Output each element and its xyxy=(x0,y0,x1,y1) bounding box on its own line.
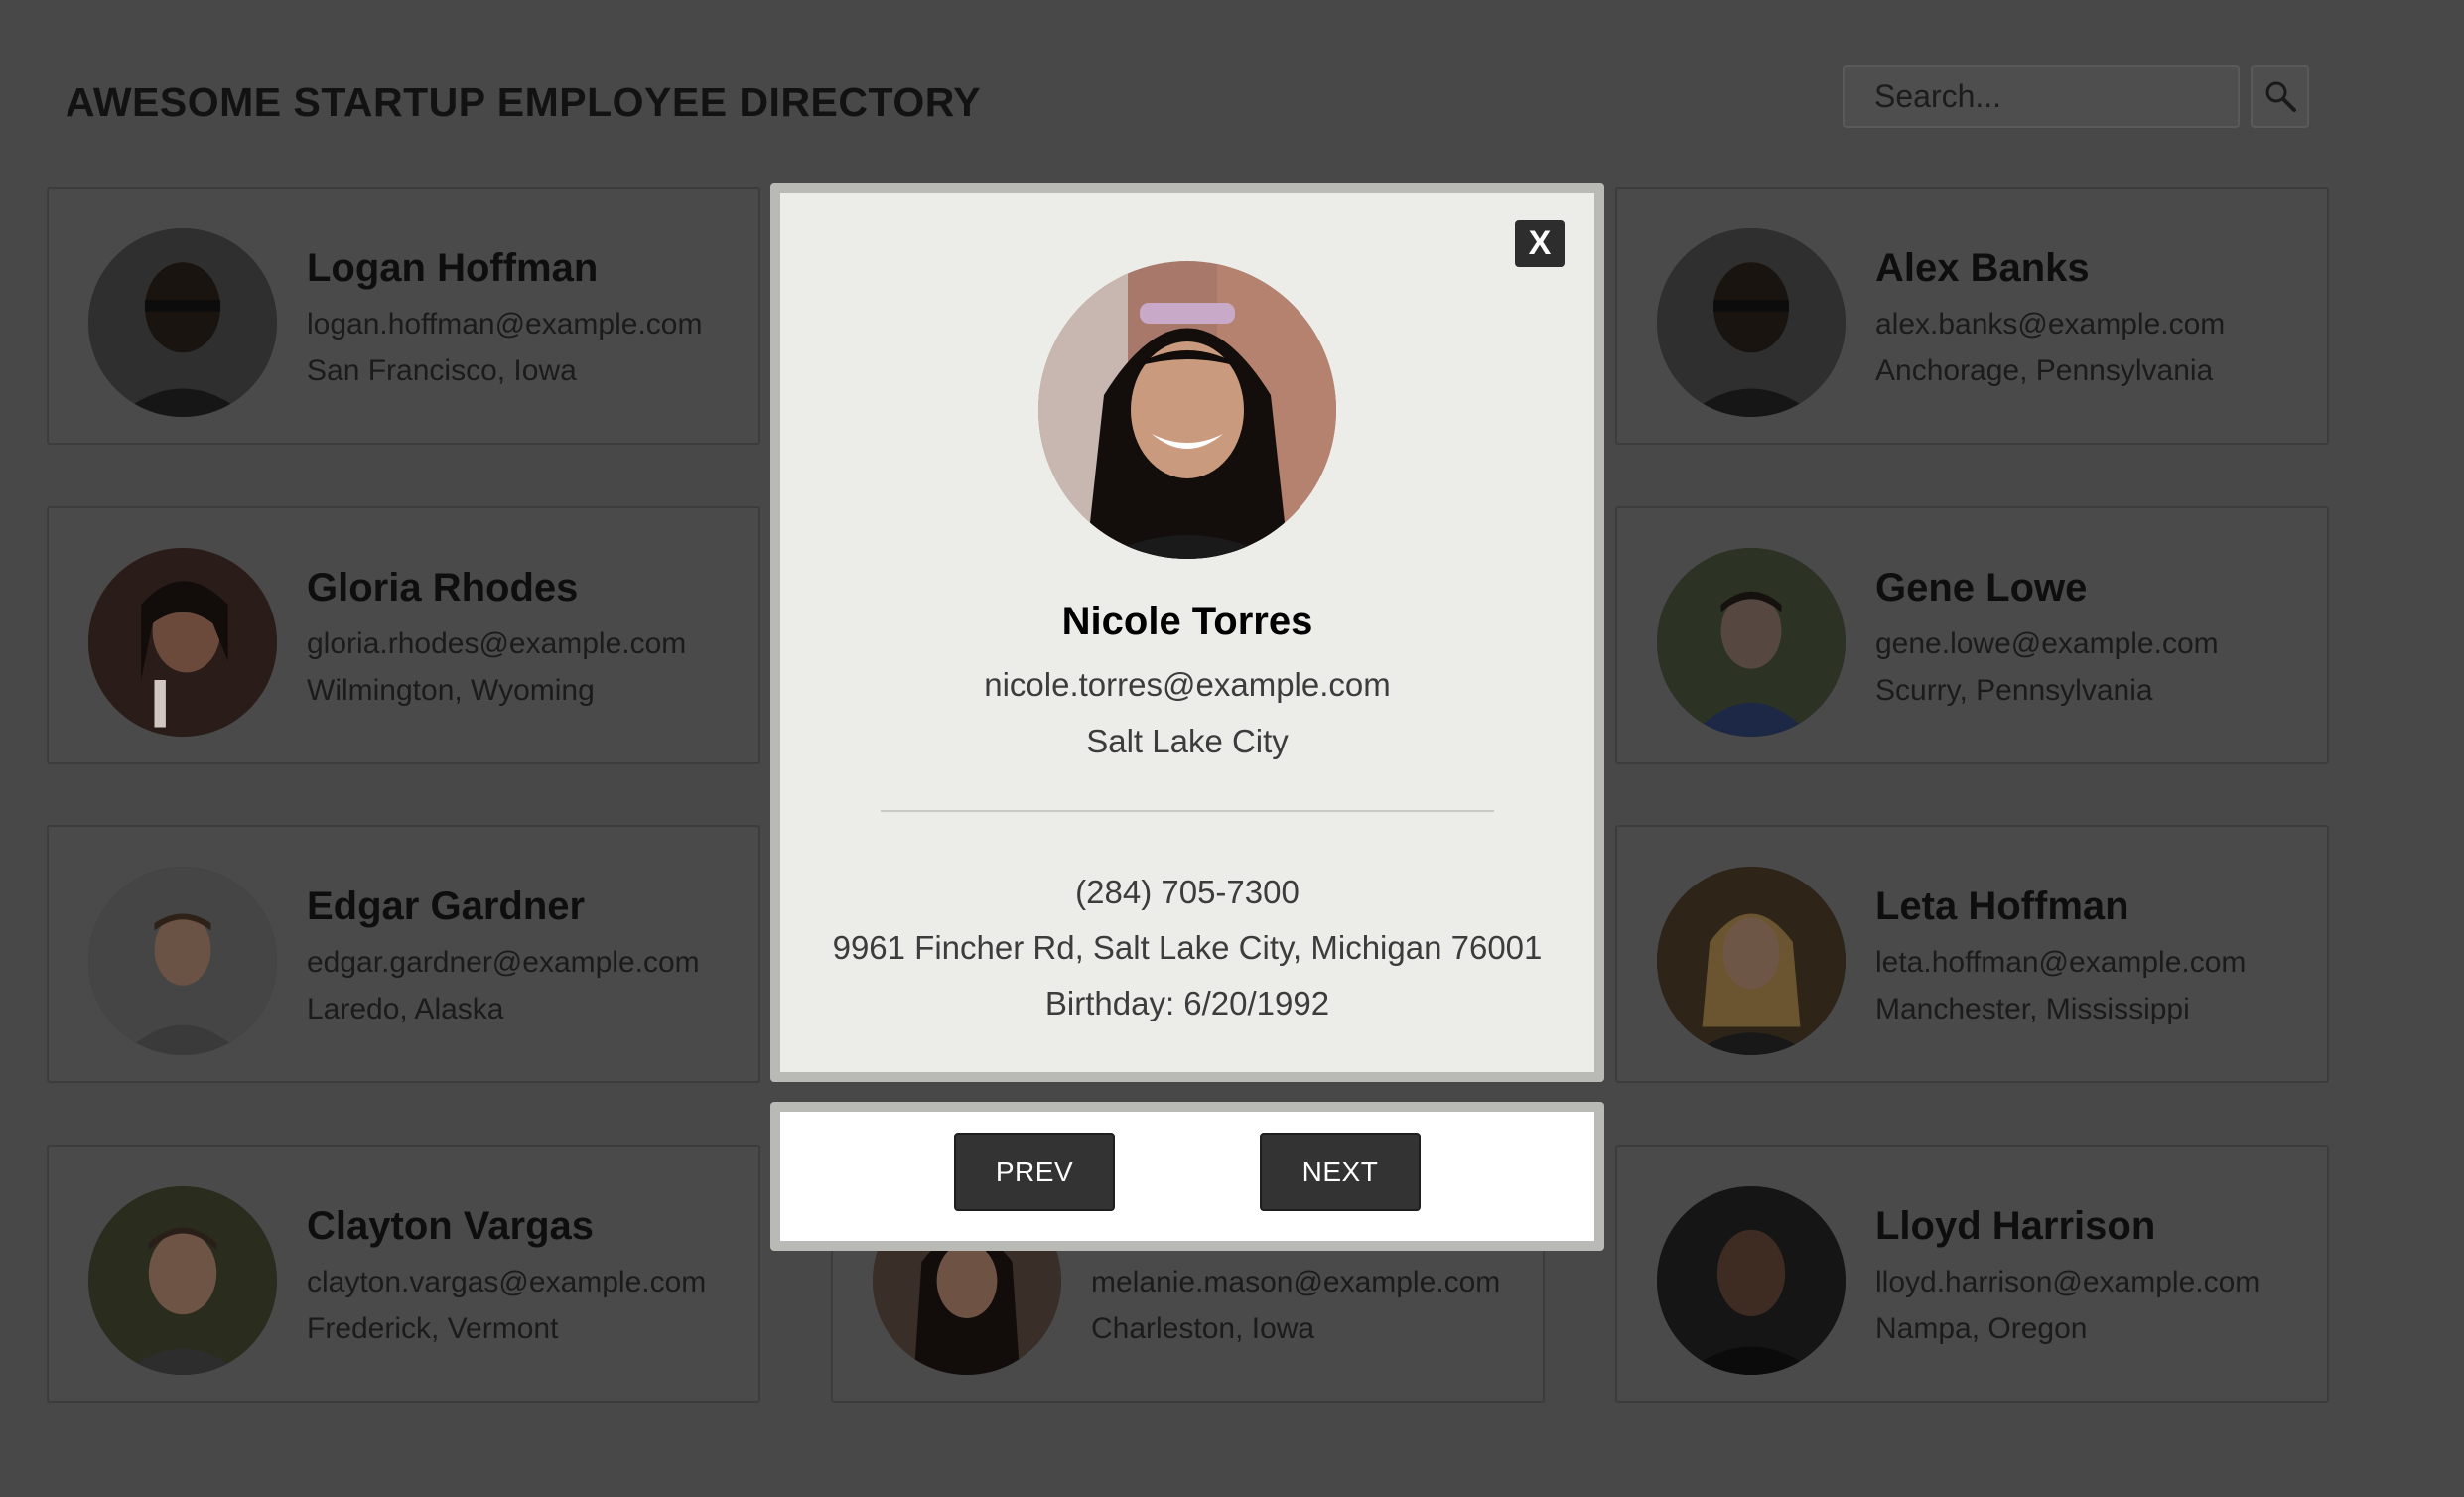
employee-location: San Francisco, Iowa xyxy=(307,354,577,387)
modal-phone: (284) 705-7300 xyxy=(1075,874,1300,910)
avatar xyxy=(1657,1186,1846,1375)
employee-email: gloria.rhodes@example.com xyxy=(307,627,687,660)
employee-email: clayton.vargas@example.com xyxy=(307,1266,707,1298)
employee-email: logan.hoffman@example.com xyxy=(307,308,703,340)
employee-location: Laredo, Alaska xyxy=(307,993,504,1025)
employee-name: Lloyd Harrison xyxy=(1875,1204,2156,1248)
employee-location: Anchorage, Pennsylvania xyxy=(1875,354,2214,387)
employee-card[interactable]: Clayton Vargas clayton.vargas@example.co… xyxy=(47,1145,760,1403)
modal-avatar xyxy=(1038,261,1336,559)
employee-card[interactable]: Leta Hoffman leta.hoffman@example.com Ma… xyxy=(1615,825,2329,1083)
employee-location: Scurry, Pennsylvania xyxy=(1875,674,2153,707)
employee-card[interactable]: Logan Hoffman logan.hoffman@example.com … xyxy=(47,187,760,445)
employee-email: melanie.mason@example.com xyxy=(1091,1266,1501,1298)
avatar xyxy=(1657,228,1846,417)
avatar xyxy=(1657,548,1846,737)
modal-email: nicole.torres@example.com xyxy=(984,666,1391,703)
search-button[interactable] xyxy=(2251,65,2309,128)
employee-card[interactable]: Alex Banks alex.banks@example.com Anchor… xyxy=(1615,187,2329,445)
employee-card[interactable]: Gene Lowe gene.lowe@example.com Scurry, … xyxy=(1615,506,2329,764)
modal-nav xyxy=(770,1102,1604,1251)
avatar xyxy=(1657,867,1846,1055)
employee-name: Alex Banks xyxy=(1875,246,2090,290)
avatar xyxy=(88,867,277,1055)
employee-email: lloyd.harrison@example.com xyxy=(1875,1266,2260,1298)
employee-name: Logan Hoffman xyxy=(307,246,599,290)
employee-name: Gloria Rhodes xyxy=(307,566,579,610)
employee-name: Edgar Gardner xyxy=(307,885,586,928)
modal-address: 9961 Fincher Rd, Salt Lake City, Michiga… xyxy=(832,929,1543,966)
employee-name: Leta Hoffman xyxy=(1875,885,2129,928)
employee-location: Manchester, Mississippi xyxy=(1875,993,2190,1025)
employee-email: gene.lowe@example.com xyxy=(1875,627,2219,660)
close-button[interactable]: X xyxy=(1515,220,1565,267)
prev-button[interactable]: PREV xyxy=(954,1133,1115,1211)
employee-card[interactable]: Gloria Rhodes gloria.rhodes@example.com … xyxy=(47,506,760,764)
employee-location: Nampa, Oregon xyxy=(1875,1312,2088,1345)
avatar xyxy=(88,1186,277,1375)
employee-location: Charleston, Iowa xyxy=(1091,1312,1315,1345)
page-title: AWESOME STARTUP EMPLOYEE DIRECTORY xyxy=(66,79,982,125)
next-button[interactable]: NEXT xyxy=(1260,1133,1421,1211)
modal-nav-panel xyxy=(780,1112,1594,1241)
modal-birthday: Birthday: 6/20/1992 xyxy=(1044,985,1330,1021)
avatar xyxy=(88,228,277,417)
employee-name: Gene Lowe xyxy=(1875,566,2088,610)
employee-email: edgar.gardner@example.com xyxy=(307,946,700,979)
employee-location: Wilmington, Wyoming xyxy=(307,674,595,707)
employee-email: alex.banks@example.com xyxy=(1875,308,2226,340)
employee-email: leta.hoffman@example.com xyxy=(1875,946,2247,979)
directory-page: AWESOME STARTUP EMPLOYEE DIRECTORY Logan… xyxy=(0,0,2464,1497)
search-input[interactable] xyxy=(1843,65,2240,128)
employee-card[interactable]: Lloyd Harrison lloyd.harrison@example.co… xyxy=(1615,1145,2329,1403)
employee-card[interactable]: Edgar Gardner edgar.gardner@example.com … xyxy=(47,825,760,1083)
divider xyxy=(881,810,1494,812)
modal-city: Salt Lake City xyxy=(1086,723,1289,759)
modal-name: Nicole Torres xyxy=(1061,600,1313,643)
employee-location: Frederick, Vermont xyxy=(307,1312,559,1345)
avatar xyxy=(88,548,277,737)
employee-name: Clayton Vargas xyxy=(307,1204,595,1248)
magnifier-icon xyxy=(2265,81,2296,112)
